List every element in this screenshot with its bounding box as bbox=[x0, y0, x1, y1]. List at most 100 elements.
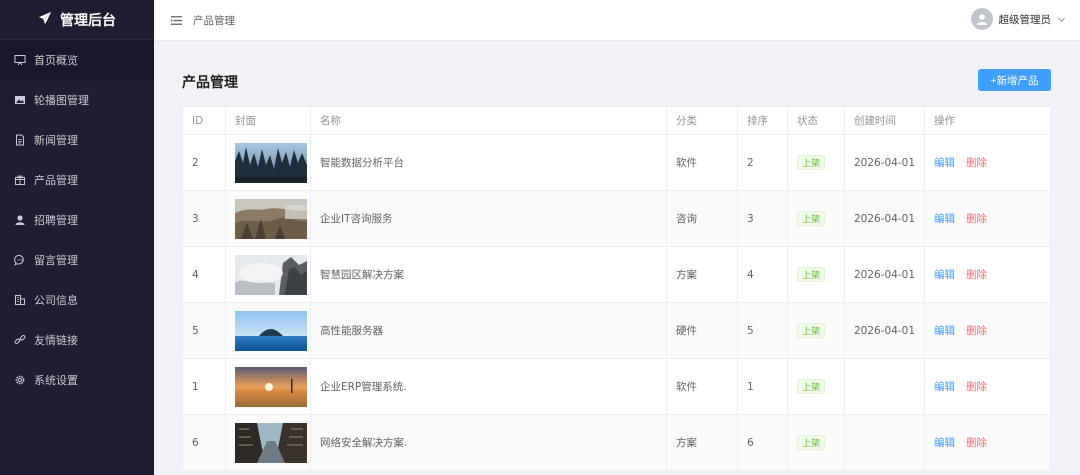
cell-status: 上架 bbox=[788, 303, 845, 358]
user-name[interactable]: 超级管理员 bbox=[999, 12, 1052, 27]
avatar[interactable] bbox=[970, 8, 993, 30]
cell-sort: 3 bbox=[738, 191, 788, 246]
cell-name: 网络安全解决方案. bbox=[311, 415, 667, 470]
brand-title: 管理后台 bbox=[60, 12, 116, 29]
table-header: ID 封面 名称 分类 排序 状态 创建时间 操作 bbox=[183, 107, 1050, 135]
sidebar: 管理后台 首页概览 轮播图管理 新闻管理 产品管理 招聘管理 留言管理 公司信息… bbox=[0, 0, 154, 475]
cell-category: 方案 bbox=[667, 415, 738, 470]
user-menu[interactable]: 超级管理员 bbox=[970, 8, 1067, 30]
sidebar-item-links[interactable]: 友情链接 bbox=[0, 320, 154, 360]
sidebar-item-label: 公司信息 bbox=[34, 294, 78, 307]
dashboard-icon bbox=[14, 54, 26, 66]
building-icon bbox=[14, 294, 26, 306]
cell-category: 软件 bbox=[667, 359, 738, 414]
table-row: 5 高性能服务器 硬件 5 上架 2026-04-01 编辑 删除 bbox=[183, 303, 1050, 359]
cell-id: 1 bbox=[183, 359, 226, 414]
sidebar-item-carousel[interactable]: 轮播图管理 bbox=[0, 80, 154, 120]
cell-actions: 编辑 删除 bbox=[925, 359, 1050, 414]
sidebar-item-label: 友情链接 bbox=[34, 334, 78, 347]
cell-name: 智慧园区解决方案 bbox=[311, 247, 667, 302]
delete-button[interactable]: 删除 bbox=[966, 435, 987, 450]
box-icon bbox=[14, 174, 26, 186]
add-product-button[interactable]: +新增产品 bbox=[978, 69, 1051, 91]
chevron-down-icon[interactable] bbox=[1057, 15, 1066, 24]
product-table: ID 封面 名称 分类 排序 状态 创建时间 操作 2 智能数据分析平台 软件 … bbox=[182, 106, 1051, 471]
cover-thumbnail bbox=[235, 422, 307, 463]
cover-thumbnail bbox=[235, 142, 307, 183]
cell-sort: 6 bbox=[738, 415, 788, 470]
brand[interactable]: 管理后台 bbox=[0, 0, 154, 40]
sidebar-item-company[interactable]: 公司信息 bbox=[0, 280, 154, 320]
column-header-category: 分类 bbox=[667, 107, 738, 134]
cell-sort: 5 bbox=[738, 303, 788, 358]
chat-icon bbox=[14, 254, 26, 266]
sidebar-item-label: 首页概览 bbox=[34, 54, 78, 67]
sidebar-item-label: 系统设置 bbox=[34, 374, 78, 387]
cell-created bbox=[845, 415, 925, 470]
sidebar-item-products[interactable]: 产品管理 bbox=[0, 160, 154, 200]
edit-button[interactable]: 编辑 bbox=[934, 379, 955, 394]
sidebar-item-label: 轮播图管理 bbox=[34, 94, 89, 107]
cover-thumbnail bbox=[235, 254, 307, 295]
menu-toggle-icon[interactable] bbox=[169, 13, 183, 27]
edit-button[interactable]: 编辑 bbox=[934, 155, 955, 170]
cell-name: 智能数据分析平台 bbox=[311, 135, 667, 190]
cover-thumbnail bbox=[235, 310, 307, 351]
sidebar-item-label: 产品管理 bbox=[34, 174, 78, 187]
cell-category: 硬件 bbox=[667, 303, 738, 358]
cell-cover bbox=[226, 415, 311, 470]
breadcrumb: 产品管理 bbox=[193, 14, 235, 27]
paper-plane-icon bbox=[38, 11, 52, 29]
sidebar-item-messages[interactable]: 留言管理 bbox=[0, 240, 154, 280]
cell-name: 企业IT咨询服务 bbox=[311, 191, 667, 246]
sidebar-item-recruitment[interactable]: 招聘管理 bbox=[0, 200, 154, 240]
cell-created: 2026-04-01 bbox=[845, 191, 925, 246]
status-badge: 上架 bbox=[797, 211, 826, 226]
column-header-id: ID bbox=[183, 107, 226, 134]
edit-button[interactable]: 编辑 bbox=[934, 211, 955, 226]
column-header-cover: 封面 bbox=[226, 107, 311, 134]
sidebar-item-label: 新闻管理 bbox=[34, 134, 78, 147]
user-icon bbox=[14, 214, 26, 226]
table-row: 6 网络安全解决方案. 方案 6 上架 编辑 删除 bbox=[183, 415, 1050, 471]
edit-button[interactable]: 编辑 bbox=[934, 323, 955, 338]
sidebar-menu: 首页概览 轮播图管理 新闻管理 产品管理 招聘管理 留言管理 公司信息 友情链接… bbox=[0, 40, 154, 400]
sidebar-item-settings[interactable]: 系统设置 bbox=[0, 360, 154, 400]
cell-sort: 1 bbox=[738, 359, 788, 414]
cover-thumbnail bbox=[235, 366, 307, 407]
table-row: 2 智能数据分析平台 软件 2 上架 2026-04-01 编辑 删除 bbox=[183, 135, 1050, 191]
sidebar-item-news[interactable]: 新闻管理 bbox=[0, 120, 154, 160]
delete-button[interactable]: 删除 bbox=[966, 211, 987, 226]
cell-cover bbox=[226, 303, 311, 358]
cell-id: 3 bbox=[183, 191, 226, 246]
column-header-sort: 排序 bbox=[738, 107, 788, 134]
status-badge: 上架 bbox=[797, 155, 826, 170]
image-icon bbox=[14, 94, 26, 106]
status-badge: 上架 bbox=[797, 435, 826, 450]
sidebar-item-label: 招聘管理 bbox=[34, 214, 78, 227]
cell-cover bbox=[226, 247, 311, 302]
cell-cover bbox=[226, 359, 311, 414]
delete-button[interactable]: 删除 bbox=[966, 155, 987, 170]
cell-id: 5 bbox=[183, 303, 226, 358]
delete-button[interactable]: 删除 bbox=[966, 323, 987, 338]
delete-button[interactable]: 删除 bbox=[966, 379, 987, 394]
cell-sort: 4 bbox=[738, 247, 788, 302]
cell-status: 上架 bbox=[788, 415, 845, 470]
edit-button[interactable]: 编辑 bbox=[934, 435, 955, 450]
status-badge: 上架 bbox=[797, 323, 826, 338]
edit-button[interactable]: 编辑 bbox=[934, 267, 955, 282]
cell-sort: 2 bbox=[738, 135, 788, 190]
cell-created: 2026-04-01 bbox=[845, 303, 925, 358]
link-icon bbox=[14, 334, 26, 346]
cell-created bbox=[845, 359, 925, 414]
table-row: 3 企业IT咨询服务 咨询 3 上架 2026-04-01 编辑 删除 bbox=[183, 191, 1050, 247]
cell-cover bbox=[226, 135, 311, 190]
cell-actions: 编辑 删除 bbox=[925, 135, 1050, 190]
cell-created: 2026-04-01 bbox=[845, 135, 925, 190]
sidebar-item-dashboard[interactable]: 首页概览 bbox=[0, 40, 154, 80]
table-row: 4 智慧园区解决方案 方案 4 上架 2026-04-01 编辑 删除 bbox=[183, 247, 1050, 303]
gear-icon bbox=[14, 374, 26, 386]
cell-name: 高性能服务器 bbox=[311, 303, 667, 358]
delete-button[interactable]: 删除 bbox=[966, 267, 987, 282]
